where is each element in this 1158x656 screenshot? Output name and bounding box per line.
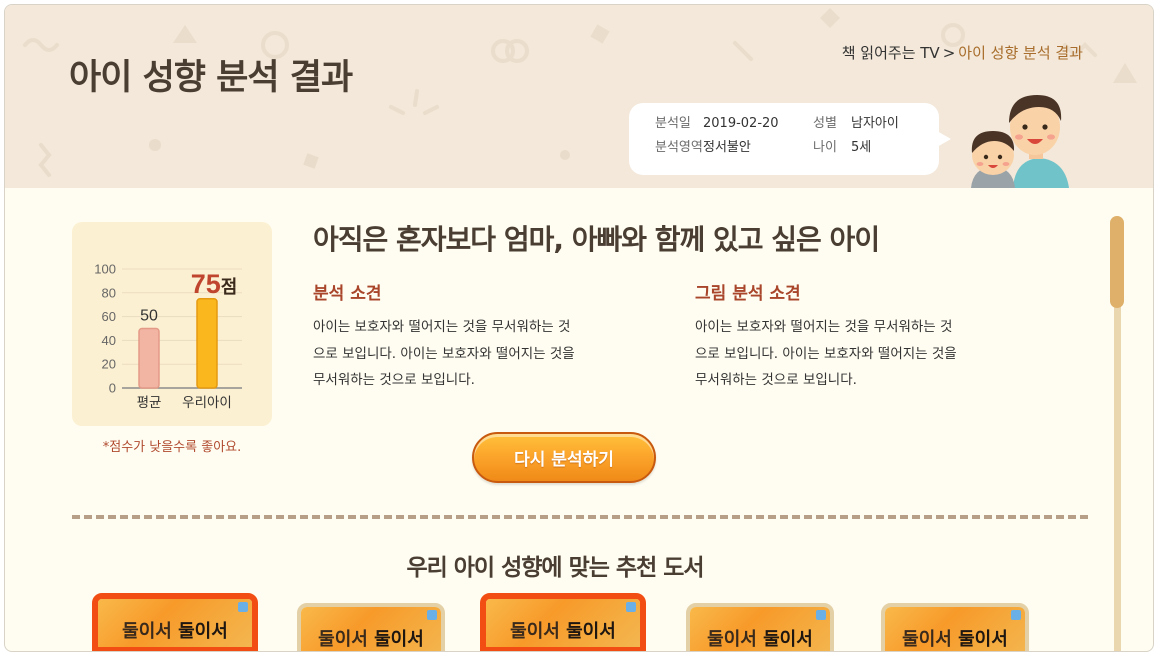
result-headline: 아직은 혼자보다 엄마, 아빠와 함께 있고 싶은 아이 [313,223,880,256]
book-title-part: 둘이서 [510,621,567,642]
book-title: 둘이서 둘이서 [486,617,640,643]
y-tick-label: 40 [102,333,116,348]
y-tick-label: 0 [109,381,116,396]
age-label: 나이 [813,140,837,155]
book-cover: 둘이서 둘이서 [690,607,830,651]
recommend-title: 우리 아이 성향에 맞는 추천 도서 [406,555,704,581]
book-badge-icon [1011,610,1021,620]
book-title: 둘이서 둘이서 [690,625,830,651]
breadcrumb: 책 읽어주는 TV > 아이 성향 분석 결과 [842,42,1083,63]
analysis-title: 분석 소견 [313,284,382,304]
family-illustration [971,95,1069,188]
drawing-analysis-title: 그림 분석 소견 [695,284,801,304]
x-tick-label: 우리아이 [182,395,232,411]
book-card[interactable]: 둘이서 둘이서 [480,593,646,651]
section-divider [72,515,1088,519]
book-title-part: 둘이서 [178,621,228,642]
y-tick-label: 60 [102,309,116,324]
book-cover: 둘이서 둘이서 [98,599,252,647]
analysis-line: 아이는 보호자와 떨어지는 것을 무서워하는 것 [313,319,571,335]
drawing-analysis-line: 으로 보입니다. 아이는 보호자와 떨어지는 것을 [695,345,957,362]
drawing-analysis-body: 아이는 보호자와 떨어지는 것을 무서워하는 것 으로 보입니다. 아이는 보호… [695,314,995,394]
bar [196,298,218,389]
breadcrumb-current: 아이 성향 분석 결과 [958,44,1083,62]
analysis-line: 으로 보입니다. 아이는 보호자와 떨어지는 것을 [313,345,575,362]
page-title: 아이 성향 분석 결과 [69,58,353,98]
score-chart-card: 0 20 40 60 80 100 평균 우리아이 50 75점 [72,222,272,426]
book-title-part: 둘이서 [374,629,424,650]
book-cover: 둘이서 둘이서 [301,607,441,651]
book-card[interactable]: 둘이서 둘이서 [881,603,1029,651]
score-note: *점수가 낮을수록 좋아요. [102,440,242,455]
retry-analysis-button[interactable]: 다시 분석하기 [472,432,656,483]
book-badge-icon [238,602,248,612]
y-tick-label: 80 [102,285,116,300]
breadcrumb-parent-link[interactable]: 책 읽어주는 TV [842,44,940,62]
app-window: 아이 성향 분석 결과 책 읽어주는 TV > 아이 성향 분석 결과 분석일 20… [4,4,1154,652]
book-title: 둘이서 둘이서 [98,617,252,643]
book-title-part: 둘이서 [958,629,1008,650]
book-card[interactable]: 둘이서 둘이서 [92,593,258,651]
book-card[interactable]: 둘이서 둘이서 [297,603,445,651]
drawing-analysis-line: 아이는 보호자와 떨어지는 것을 무서워하는 것 [695,319,953,335]
date-label: 분석일 [655,116,691,131]
analysis-line: 무서워하는 것으로 보입니다. [313,372,475,388]
book-title-part: 둘이서 [763,629,813,650]
bar [138,327,160,389]
y-tick-label: 20 [102,357,116,372]
book-title-part: 둘이서 [566,621,616,642]
book-cover: 둘이서 둘이서 [486,599,640,647]
data-label-child: 75점 [191,269,238,299]
area-label: 분석영역 [655,140,703,155]
book-cover: 둘이서 둘이서 [885,607,1025,651]
book-title: 둘이서 둘이서 [301,625,441,651]
header: 아이 성향 분석 결과 책 읽어주는 TV > 아이 성향 분석 결과 분석일 20… [5,5,1153,188]
book-badge-icon [816,610,826,620]
book-badge-icon [626,602,636,612]
analysis-body: 아이는 보호자와 떨어지는 것을 무서워하는 것 으로 보입니다. 아이는 보호… [313,314,613,394]
book-title-part: 둘이서 [318,629,375,650]
age-value: 5세 [851,140,872,155]
x-tick-label: 평균 [137,395,162,411]
scrollbar-thumb[interactable] [1110,216,1124,308]
book-card[interactable]: 둘이서 둘이서 [686,603,834,651]
book-title-part: 둘이서 [707,629,764,650]
area-value: 정서불안 [703,140,751,155]
book-title-part: 둘이서 [902,629,959,650]
score-bar-chart: 0 20 40 60 80 100 평균 우리아이 50 75점 [94,262,242,411]
drawing-analysis-line: 무서워하는 것으로 보입니다. [695,372,857,388]
gender-value: 남자아이 [851,116,899,131]
analysis-info-bubble: 분석일 2019-02-20 성별 남자아이 분석영역 정서불안 나이 5세 [629,103,951,175]
breadcrumb-separator: > [942,44,956,62]
book-title-part: 둘이서 [122,621,179,642]
book-badge-icon [427,610,437,620]
date-value: 2019-02-20 [703,116,779,131]
gender-label: 성별 [813,116,837,131]
data-label-average: 50 [140,308,158,325]
y-tick-label: 100 [94,262,116,277]
book-title: 둘이서 둘이서 [885,625,1025,651]
